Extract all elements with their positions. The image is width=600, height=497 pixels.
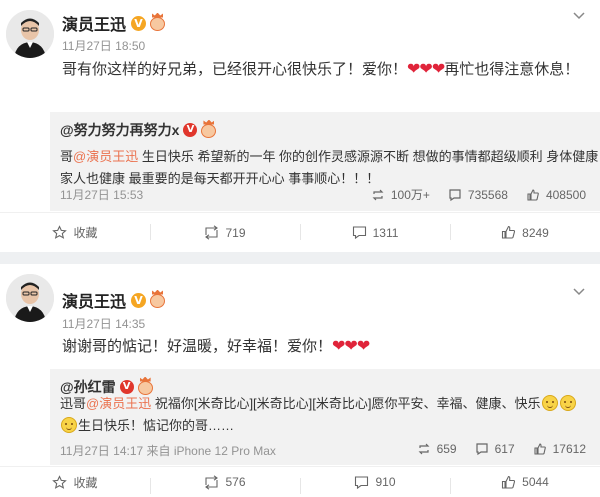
author-name[interactable]: 演员王迅	[62, 288, 126, 312]
repost-button[interactable]: 719	[150, 213, 300, 252]
post-text-main: 哥有你这样的好兄弟，已经很开心很快乐了！爱你！	[62, 61, 408, 78]
like-icon	[534, 443, 546, 455]
comment-count: 1311	[372, 225, 399, 240]
red-verified-badge-icon: V	[119, 380, 134, 394]
comment-stat[interactable]: 735568	[448, 188, 508, 202]
repost-count: 576	[225, 475, 246, 489]
repost-text: 哥@演员王迅 生日快乐 希望新的一年 你的创作灵感源源不断 想做的事情都超级顺利…	[60, 146, 600, 190]
comment-icon	[475, 443, 488, 456]
comment-button[interactable]: 1311	[300, 213, 450, 252]
timestamp[interactable]: 11月27日 14:35	[62, 315, 145, 332]
smile-emoji-icon	[559, 395, 576, 411]
smile-emoji-icon	[541, 395, 558, 411]
like-count: 17612	[552, 442, 586, 456]
favorite-label: 收藏	[73, 475, 98, 490]
star-icon	[52, 474, 68, 489]
verified-badge-icon: V	[131, 15, 147, 31]
post-text: 谢谢哥的惦记！好温暖，好幸福！爱你！❤❤❤	[62, 334, 582, 359]
like-button[interactable]: 5044	[450, 467, 600, 497]
like-button[interactable]: 8249	[450, 213, 600, 252]
vip-badge-icon	[200, 119, 217, 139]
comment-count: 910	[375, 475, 396, 489]
post-text-main: 谢谢哥的惦记！好温暖，好幸福！爱你！	[62, 338, 333, 355]
timestamp[interactable]: 11月27日 18:50	[62, 37, 145, 54]
author-row: 演员王迅 V	[62, 288, 166, 312]
vip-badge-icon	[149, 289, 166, 309]
author-row: 演员王迅 V	[62, 11, 166, 35]
star-icon	[52, 225, 68, 239]
comment-icon	[355, 475, 369, 489]
like-count: 408500	[545, 187, 586, 202]
red-verified-badge-icon: V	[183, 123, 198, 137]
repost-text-body: 祝福你[米奇比心][米奇比心][米奇比心]愿你平安、幸福、健康、快乐	[151, 396, 541, 411]
like-count: 5044	[522, 475, 549, 489]
smile-emoji-icon	[61, 417, 77, 433]
vip-badge-icon	[149, 12, 166, 32]
repost-author-row: @努力努力再努力x V	[60, 119, 217, 140]
comment-count: 617	[494, 442, 515, 456]
comment-stat[interactable]: 617	[475, 442, 515, 456]
like-stat[interactable]: 17612	[533, 442, 586, 456]
favorite-button[interactable]: 收藏	[0, 467, 150, 497]
heart-emoji: ❤❤❤	[407, 59, 445, 78]
mention-link[interactable]: @演员王迅	[73, 149, 138, 164]
repost-stat[interactable]: 100万+	[371, 186, 430, 203]
chevron-down-icon[interactable]	[572, 284, 586, 298]
action-bar: 收藏 576 910 5044	[0, 466, 600, 497]
like-stat[interactable]: 408500	[526, 188, 586, 202]
avatar[interactable]	[6, 274, 54, 322]
like-icon	[502, 475, 516, 489]
like-icon	[527, 188, 539, 201]
favorite-label: 收藏	[73, 226, 98, 240]
repost-button[interactable]: 576	[150, 467, 300, 497]
repost-icon	[372, 189, 384, 200]
repost-icon	[205, 225, 219, 240]
repost-timestamp[interactable]: 11月27日 15:53	[60, 186, 143, 203]
repost-stats: 100万+ 735568 408500	[353, 186, 586, 203]
repost-icon	[418, 443, 430, 455]
action-bar: 收藏 719 1311 8249	[0, 212, 600, 252]
comment-icon	[352, 226, 366, 240]
post-text: 哥有你这样的好兄弟，已经很开心很快乐了！爱你！❤❤❤再忙也得注意休息！	[62, 57, 582, 82]
verified-badge-icon: V	[131, 292, 147, 308]
mention-link[interactable]: @演员王迅	[86, 396, 151, 411]
repost-stats: 659 617 17612	[399, 442, 586, 456]
repost-text-line2: 生日快乐！惦记你的哥……	[78, 418, 235, 433]
repost-text: 迅哥@演员王迅 祝福你[米奇比心][米奇比心][米奇比心]愿你平安、幸福、健康、…	[60, 393, 600, 437]
repost-count: 100万+	[390, 188, 430, 202]
avatar[interactable]	[6, 10, 54, 58]
repost-author-name[interactable]: @努力努力再努力x	[60, 120, 179, 140]
favorite-button[interactable]: 收藏	[0, 213, 150, 252]
repost-stat[interactable]: 659	[417, 442, 457, 456]
weibo-post: 演员王迅 V 11月27日 18:50 哥有你这样的好兄弟，已经很开心很快乐了！…	[0, 0, 600, 252]
repost-icon	[205, 474, 219, 490]
repost-count: 659	[436, 442, 457, 456]
comment-button[interactable]: 910	[300, 467, 450, 497]
repost-text-prefix: 哥	[60, 149, 74, 164]
heart-emoji: ❤❤❤	[332, 336, 370, 355]
chevron-down-icon[interactable]	[572, 8, 586, 22]
repost-text-body: 生日快乐 希望新的一年 你的创作灵感源源不断 想做的事情都超级顺利 身体健康 家…	[60, 149, 599, 186]
like-icon	[502, 225, 516, 239]
comment-icon	[449, 188, 461, 201]
post-text-tail: 再忙也得注意休息！	[444, 61, 580, 78]
repost-text-prefix: 迅哥	[60, 396, 87, 411]
author-name[interactable]: 演员王迅	[62, 11, 126, 35]
repost-count: 719	[225, 225, 246, 240]
like-count: 8249	[522, 225, 549, 240]
comment-count: 735568	[467, 187, 508, 202]
